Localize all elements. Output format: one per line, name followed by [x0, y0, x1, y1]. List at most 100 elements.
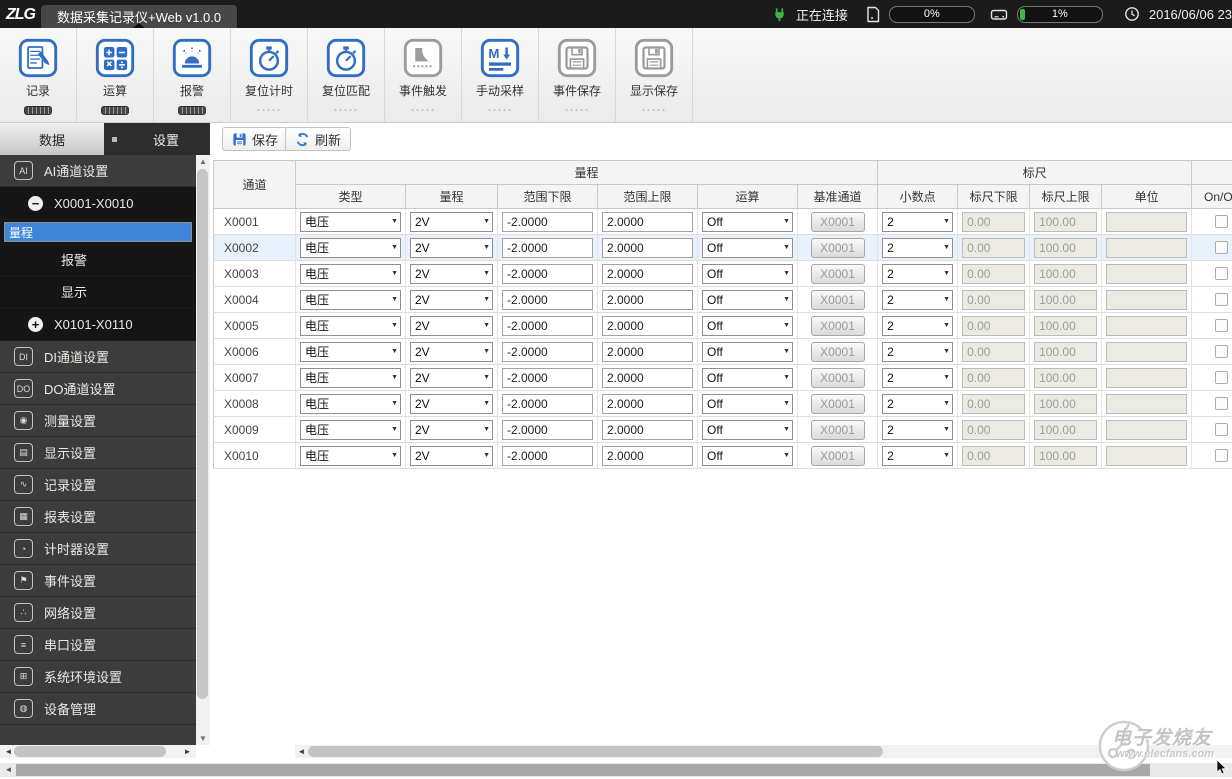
app-title-tab[interactable]: 数据采集记录仪+Web v1.0.0 [41, 5, 238, 28]
calc-select[interactable]: Off ▼ [702, 341, 793, 362]
refresh-button[interactable]: 刷新 [285, 127, 352, 151]
sidebar-item-measure[interactable]: ◉ 测量设置 [0, 405, 196, 437]
type-select[interactable]: 电压 ▼ [300, 263, 401, 284]
range-low-input[interactable] [502, 393, 593, 414]
range-select[interactable]: 2V ▼ [410, 315, 493, 336]
sidebar-item-report[interactable]: ▦ 报表设置 [0, 501, 196, 533]
onoff-checkbox[interactable] [1215, 241, 1229, 254]
decimal-select[interactable]: 2 ▼ [882, 289, 954, 310]
scroll-left-arrow[interactable]: ◄ [2, 763, 15, 777]
range-low-input[interactable] [502, 367, 593, 388]
type-select[interactable]: 电压 ▼ [300, 341, 401, 362]
onoff-checkbox[interactable] [1215, 215, 1229, 228]
sidebar-item-serial[interactable]: ≡ 串口设置 [0, 629, 196, 661]
type-select[interactable]: 电压 ▼ [300, 445, 401, 466]
type-select[interactable]: 电压 ▼ [300, 237, 401, 258]
toolbar-item-reset-timer[interactable]: 复位计时 [231, 28, 308, 122]
sidebar-item-ai-channel[interactable]: AI AI通道设置 [0, 155, 196, 187]
calc-select[interactable]: Off ▼ [702, 211, 793, 232]
sidebar-item-timer[interactable]: ◔ 计时器设置 [0, 533, 196, 565]
onoff-checkbox[interactable] [1215, 319, 1229, 332]
onoff-checkbox[interactable] [1215, 293, 1229, 306]
onoff-checkbox[interactable] [1215, 423, 1229, 436]
page-hscroll-thumb[interactable] [16, 764, 1150, 776]
save-button[interactable]: 保存 [222, 127, 289, 151]
calc-select[interactable]: Off ▼ [702, 237, 793, 258]
type-select[interactable]: 电压 ▼ [300, 419, 401, 440]
sidebar-subitem-alarm[interactable]: 报警 [0, 244, 196, 276]
type-select[interactable]: 电压 ▼ [300, 367, 401, 388]
range-select[interactable]: 2V ▼ [410, 211, 493, 232]
table-horizontal-scrollbar[interactable]: ◄ [295, 745, 1232, 758]
range-select[interactable]: 2V ▼ [410, 445, 493, 466]
sidebar-horizontal-scrollbar[interactable]: ◄ ► [0, 745, 196, 758]
sidebar-item-system-env[interactable]: ⊞ 系统环境设置 [0, 661, 196, 693]
sidebar-item-do-channel[interactable]: DO DO通道设置 [0, 373, 196, 405]
scroll-down-arrow[interactable]: ▼ [196, 732, 210, 745]
type-select[interactable]: 电压 ▼ [300, 315, 401, 336]
decimal-select[interactable]: 2 ▼ [882, 393, 954, 414]
range-high-input[interactable] [602, 211, 693, 232]
range-low-input[interactable] [502, 445, 593, 466]
onoff-checkbox[interactable] [1215, 345, 1229, 358]
range-select[interactable]: 2V ▼ [410, 393, 493, 414]
onoff-checkbox[interactable] [1215, 267, 1229, 280]
scroll-up-arrow[interactable]: ▲ [196, 155, 210, 168]
decimal-select[interactable]: 2 ▼ [882, 341, 954, 362]
range-select[interactable]: 2V ▼ [410, 237, 493, 258]
decimal-select[interactable]: 2 ▼ [882, 263, 954, 284]
calc-select[interactable]: Off ▼ [702, 315, 793, 336]
sidebar-item-device-manage[interactable]: ◍ 设备管理 [0, 693, 196, 725]
decimal-select[interactable]: 2 ▼ [882, 419, 954, 440]
range-select[interactable]: 2V ▼ [410, 419, 493, 440]
calc-select[interactable]: Off ▼ [702, 445, 793, 466]
onoff-checkbox[interactable] [1215, 397, 1229, 410]
sidebar-item-network[interactable]: ∴ 网络设置 [0, 597, 196, 629]
calc-select[interactable]: Off ▼ [702, 263, 793, 284]
toolbar-item-manual-sample[interactable]: 手动采样 [462, 28, 539, 122]
range-high-input[interactable] [602, 393, 693, 414]
decimal-select[interactable]: 2 ▼ [882, 445, 954, 466]
decimal-select[interactable]: 2 ▼ [882, 237, 954, 258]
range-select[interactable]: 2V ▼ [410, 289, 493, 310]
type-select[interactable]: 电压 ▼ [300, 393, 401, 414]
range-high-input[interactable] [602, 289, 693, 310]
scroll-left-arrow[interactable]: ◄ [295, 745, 308, 758]
decimal-select[interactable]: 2 ▼ [882, 367, 954, 388]
toolbar-item-calculate[interactable]: 运算 [77, 28, 154, 122]
table-hscroll-thumb[interactable] [308, 746, 883, 757]
range-high-input[interactable] [602, 445, 693, 466]
sidebar-vscroll-thumb[interactable] [197, 169, 208, 699]
range-low-input[interactable] [502, 289, 593, 310]
tab-data[interactable]: 数据 [0, 123, 104, 155]
sidebar-vertical-scrollbar[interactable]: ▲ ▼ [196, 155, 210, 745]
sidebar-item-display[interactable]: ▤ 显示设置 [0, 437, 196, 469]
page-horizontal-scrollbar[interactable]: ◄ [0, 763, 1232, 777]
range-low-input[interactable] [502, 211, 593, 232]
calc-select[interactable]: Off ▼ [702, 419, 793, 440]
type-select[interactable]: 电压 ▼ [300, 289, 401, 310]
range-high-input[interactable] [602, 341, 693, 362]
calc-select[interactable]: Off ▼ [702, 393, 793, 414]
toolbar-item-event-save[interactable]: 事件保存 [539, 28, 616, 122]
range-high-input[interactable] [602, 419, 693, 440]
range-select[interactable]: 2V ▼ [410, 341, 493, 362]
sidebar-item-di-channel[interactable]: DI DI通道设置 [0, 341, 196, 373]
range-low-input[interactable] [502, 263, 593, 284]
range-select[interactable]: 2V ▼ [410, 367, 493, 388]
type-select[interactable]: 电压 ▼ [300, 211, 401, 232]
range-low-input[interactable] [502, 419, 593, 440]
group-x0001-x0010[interactable]: − X0001-X0010 [0, 187, 196, 220]
sidebar-subitem-display[interactable]: 显示 [0, 276, 196, 308]
range-select[interactable]: 2V ▼ [410, 263, 493, 284]
range-low-input[interactable] [502, 237, 593, 258]
toolbar-item-display-save[interactable]: 显示保存 [616, 28, 693, 122]
toolbar-item-reset-match[interactable]: 复位匹配 [308, 28, 385, 122]
calc-select[interactable]: Off ▼ [702, 289, 793, 310]
decimal-select[interactable]: 2 ▼ [882, 315, 954, 336]
decimal-select[interactable]: 2 ▼ [882, 211, 954, 232]
range-high-input[interactable] [602, 237, 693, 258]
calc-select[interactable]: Off ▼ [702, 367, 793, 388]
range-low-input[interactable] [502, 341, 593, 362]
onoff-checkbox[interactable] [1215, 371, 1229, 384]
